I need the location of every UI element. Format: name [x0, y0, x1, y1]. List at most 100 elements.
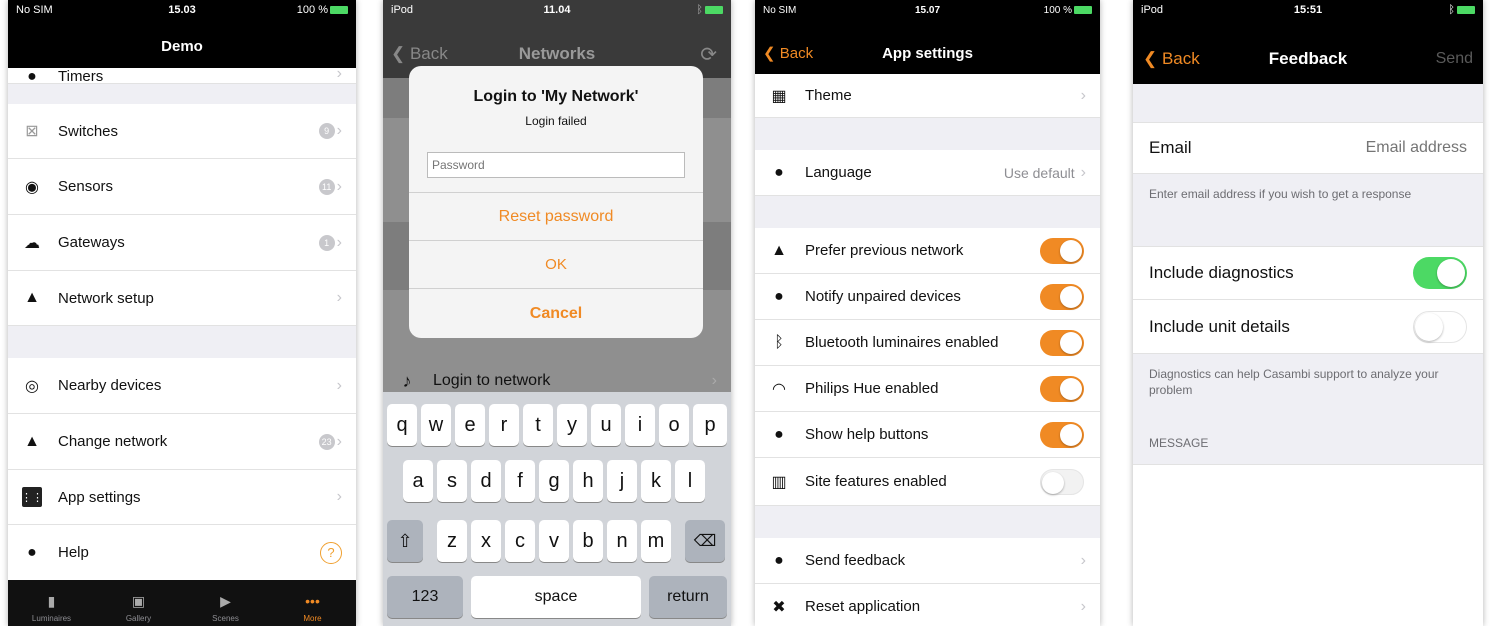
- delete-key[interactable]: ⌫: [685, 520, 725, 562]
- key-s[interactable]: s: [437, 460, 467, 502]
- chat-icon: ●: [774, 287, 784, 305]
- space-key[interactable]: space: [471, 576, 641, 618]
- scenes-icon: ▶: [220, 592, 231, 609]
- key-m[interactable]: m: [641, 520, 671, 562]
- key-e[interactable]: e: [455, 404, 485, 446]
- section-separator: [755, 506, 1100, 538]
- setting-label: Bluetooth luminaires enabled: [805, 334, 999, 351]
- key-a[interactable]: a: [403, 460, 433, 502]
- key-g[interactable]: g: [539, 460, 569, 502]
- unit-details-toggle[interactable]: [1413, 310, 1467, 343]
- key-t[interactable]: t: [523, 404, 553, 446]
- key-j[interactable]: j: [607, 460, 637, 502]
- key-z[interactable]: z: [437, 520, 467, 562]
- chat-icon: ●: [774, 163, 784, 181]
- menu-item-nearby-devices[interactable]: ◎ Nearby devices ›: [8, 358, 356, 414]
- setting-language[interactable]: ● Language Use default ›: [755, 150, 1100, 196]
- menu-item-sensors[interactable]: ◉ Sensors 11 ›: [8, 159, 356, 215]
- tab-label: Luminaires: [31, 614, 72, 623]
- key-i[interactable]: i: [625, 404, 655, 446]
- bluetooth-icon: ᛒ: [696, 4, 703, 16]
- send-button[interactable]: Send: [1436, 50, 1473, 68]
- key-u[interactable]: u: [591, 404, 621, 446]
- chevron-right-icon: ›: [336, 376, 342, 394]
- toggle-switch[interactable]: [1040, 329, 1084, 356]
- toggle-switch[interactable]: [1040, 283, 1084, 310]
- login-dialog: Login to 'My Network' Login failed Reset…: [409, 66, 703, 338]
- setting-label: Site features enabled: [805, 473, 947, 490]
- chevron-right-icon: ›: [1080, 86, 1086, 104]
- setting-prefer-previous-network: ▲ Prefer previous network: [755, 228, 1100, 274]
- cancel-button[interactable]: Cancel: [409, 288, 703, 338]
- chat-icon: ●: [774, 551, 784, 569]
- password-input[interactable]: [427, 152, 685, 178]
- key-q[interactable]: q: [387, 404, 417, 446]
- page-title: App settings: [882, 45, 973, 62]
- toggle-knob: [1415, 312, 1443, 341]
- key-d[interactable]: d: [471, 460, 501, 502]
- chevron-right-icon: ›: [1080, 551, 1086, 569]
- page-title: Demo: [161, 38, 203, 55]
- numbers-key[interactable]: 123: [387, 576, 463, 618]
- ok-button[interactable]: OK: [409, 240, 703, 288]
- key-x[interactable]: x: [471, 520, 501, 562]
- count-badge: 23: [318, 433, 335, 450]
- time-label: 15:51: [1293, 4, 1323, 16]
- key-v[interactable]: v: [539, 520, 569, 562]
- key-b[interactable]: b: [573, 520, 603, 562]
- email-field[interactable]: [1317, 139, 1467, 157]
- key-o[interactable]: o: [659, 404, 689, 446]
- toggle-knob: [1060, 331, 1082, 354]
- gateway-icon: ☁: [24, 234, 40, 252]
- menu-item-gateways[interactable]: ☁ Gateways 1 ›: [8, 215, 356, 271]
- key-p[interactable]: p: [693, 404, 727, 446]
- return-key[interactable]: return: [649, 576, 727, 618]
- toggle-switch[interactable]: [1040, 468, 1084, 495]
- menu-item-help[interactable]: ● Help ?: [8, 525, 356, 580]
- reset-password-button[interactable]: Reset password: [409, 192, 703, 240]
- key-r[interactable]: r: [489, 404, 519, 446]
- refresh-icon[interactable]: ⟳: [700, 42, 717, 67]
- network-icon: ▲: [24, 432, 40, 450]
- page-title: Feedback: [1268, 49, 1348, 68]
- setting-send-feedback[interactable]: ● Send feedback ›: [755, 538, 1100, 584]
- battery-label: 100 %: [296, 4, 328, 16]
- menu-item-change-network[interactable]: ▲ Change network 23 ›: [8, 414, 356, 470]
- screen-more-menu: No SIM 15.03 100 % Demo ● Timers › ⊠ Swi…: [8, 0, 356, 626]
- diagnostics-label: Include diagnostics: [1149, 263, 1294, 282]
- toggle-switch[interactable]: [1040, 421, 1084, 448]
- menu-item-timers[interactable]: ● Timers ›: [8, 68, 356, 84]
- key-k[interactable]: k: [641, 460, 671, 502]
- menu-item-app-settings[interactable]: ⋮⋮ App settings ›: [8, 470, 356, 525]
- tab-luminaires[interactable]: ▮ Luminaires: [8, 580, 95, 626]
- message-textarea[interactable]: [1133, 464, 1483, 626]
- setting-reset-application[interactable]: ✖ Reset application ›: [755, 584, 1100, 626]
- key-c[interactable]: c: [505, 520, 535, 562]
- menu-item-switches[interactable]: ⊠ Switches 9 ›: [8, 104, 356, 159]
- shift-key[interactable]: ⇧: [387, 520, 423, 562]
- key-w[interactable]: w: [421, 404, 451, 446]
- setting-theme[interactable]: ▦ Theme ›: [755, 74, 1100, 118]
- tab-gallery[interactable]: ▣ Gallery: [95, 580, 182, 626]
- key-l[interactable]: l: [675, 460, 705, 502]
- toggle-switch[interactable]: [1040, 237, 1084, 264]
- key-y[interactable]: y: [557, 404, 587, 446]
- menu-item-label: Network setup: [58, 289, 154, 307]
- setting-label: Prefer previous network: [805, 242, 964, 259]
- include-unit-details-row: Include unit details: [1133, 300, 1483, 354]
- help-circle-icon[interactable]: ?: [320, 541, 342, 564]
- backspace-icon: ⌫: [693, 533, 717, 550]
- theme-icon: ▦: [771, 87, 787, 105]
- tab-scenes[interactable]: ▶ Scenes: [182, 580, 269, 626]
- more-icon: •••: [305, 593, 320, 609]
- key-n[interactable]: n: [607, 520, 637, 562]
- count-badge: 1: [318, 234, 335, 251]
- email-label: Email: [1149, 138, 1192, 157]
- tab-label: More: [303, 614, 322, 623]
- key-f[interactable]: f: [505, 460, 535, 502]
- menu-item-network-setup[interactable]: ▲ Network setup ›: [8, 271, 356, 326]
- tab-more[interactable]: ••• More: [269, 580, 356, 626]
- toggle-switch[interactable]: [1040, 375, 1084, 402]
- key-h[interactable]: h: [573, 460, 603, 502]
- diagnostics-toggle[interactable]: [1413, 257, 1467, 289]
